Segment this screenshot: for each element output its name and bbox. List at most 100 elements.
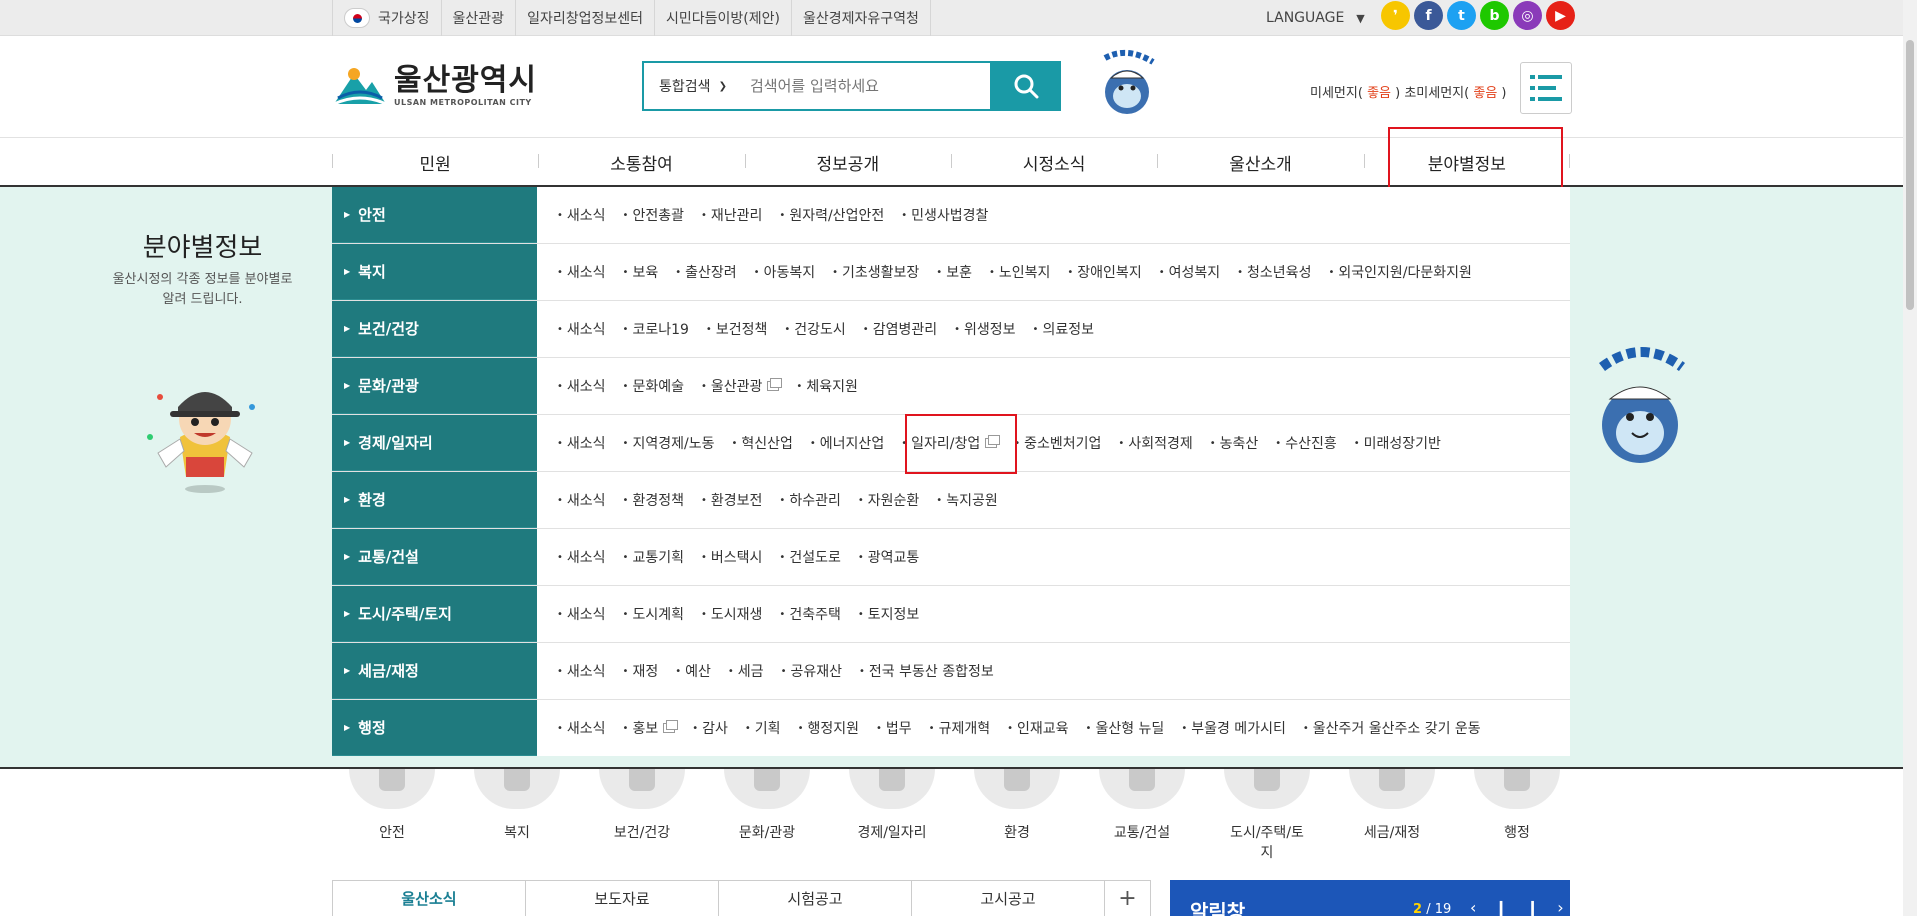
- job-center-link[interactable]: 일자리창업정보센터: [515, 0, 654, 36]
- submenu-item[interactable]: 미래성장기반: [1354, 433, 1441, 453]
- submenu-item[interactable]: 새소식: [557, 490, 606, 510]
- submenu-item[interactable]: 코로나19: [623, 319, 688, 339]
- submenu-item[interactable]: 아동복지: [754, 262, 816, 282]
- facebook-icon[interactable]: f: [1414, 1, 1443, 30]
- submenu-item[interactable]: 하수관리: [779, 490, 841, 510]
- submenu-item[interactable]: 기획: [745, 718, 781, 738]
- field-shortcut[interactable]: 문화/관광: [724, 769, 810, 842]
- blog-icon[interactable]: b: [1480, 1, 1509, 30]
- scrollbar-thumb[interactable]: [1906, 40, 1914, 310]
- field-shortcut[interactable]: 경제/일자리: [849, 769, 935, 842]
- field-shortcut[interactable]: 세금/재정: [1349, 769, 1435, 842]
- mega-menu-category[interactable]: ▶ 문화/관광: [332, 358, 537, 414]
- gnb-item-info-disclosure[interactable]: 정보공개: [744, 138, 951, 186]
- submenu-item[interactable]: 외국인지원/다문화지원: [1328, 262, 1472, 282]
- field-shortcut[interactable]: 복지: [474, 769, 560, 842]
- submenu-item[interactable]: 수산진흥: [1275, 433, 1337, 453]
- submenu-item[interactable]: 새소식: [557, 604, 606, 624]
- submenu-item[interactable]: 기초생활보장: [832, 262, 919, 282]
- submenu-item[interactable]: 새소식: [557, 319, 606, 339]
- submenu-item[interactable]: 새소식: [557, 262, 606, 282]
- field-shortcut[interactable]: 행정: [1474, 769, 1560, 842]
- submenu-item[interactable]: 세금: [728, 661, 764, 681]
- submenu-item[interactable]: 감염병관리: [863, 319, 937, 339]
- submenu-item[interactable]: 도시계획: [623, 604, 684, 624]
- submenu-item[interactable]: 법무: [876, 718, 912, 738]
- search-input[interactable]: [742, 63, 990, 109]
- mega-menu-category[interactable]: ▶ 안전: [332, 187, 537, 243]
- field-shortcut[interactable]: 도시/주택/토지: [1224, 769, 1310, 862]
- tab-ulsan-news[interactable]: 울산소식: [333, 881, 526, 916]
- field-shortcut[interactable]: 보건/건강: [599, 769, 685, 842]
- submenu-item[interactable]: 재정: [623, 661, 658, 681]
- free-economic-zone-link[interactable]: 울산경제자유구역청: [790, 0, 931, 36]
- tab-exam-notice[interactable]: 시험공고: [719, 881, 912, 916]
- field-shortcut[interactable]: 교통/건설: [1099, 769, 1185, 842]
- instagram-icon[interactable]: ◎: [1513, 1, 1542, 30]
- submenu-item[interactable]: 울산주거 울산주소 갖기 운동: [1303, 718, 1481, 738]
- submenu-item[interactable]: 출산장려: [675, 262, 737, 282]
- field-shortcut[interactable]: 환경: [974, 769, 1060, 842]
- submenu-item[interactable]: 광역교통: [858, 547, 920, 567]
- submenu-item[interactable]: 안전총괄: [623, 205, 684, 225]
- submenu-item[interactable]: 지역경제/노동: [623, 433, 714, 453]
- submenu-item[interactable]: 새소식: [557, 376, 606, 396]
- mega-menu-category[interactable]: ▶ 도시/주택/토지: [332, 586, 537, 642]
- chatbot-floating-button[interactable]: [1592, 337, 1692, 467]
- youtube-icon[interactable]: ▶: [1546, 1, 1575, 30]
- submenu-item[interactable]: 감사: [692, 718, 728, 738]
- site-logo[interactable]: 울산광역시 ULSAN METROPOLITAN CITY: [332, 64, 537, 108]
- more-button[interactable]: +: [1105, 881, 1150, 916]
- submenu-item[interactable]: 체육지원: [796, 376, 858, 396]
- submenu-item[interactable]: 녹지공원: [936, 490, 998, 510]
- submenu-item[interactable]: 장애인복지: [1067, 262, 1141, 282]
- submenu-item[interactable]: 도시재생: [701, 604, 763, 624]
- submenu-item[interactable]: 버스택시: [701, 547, 763, 567]
- mega-menu-category[interactable]: ▶ 환경: [332, 472, 537, 528]
- submenu-item[interactable]: 재난관리: [701, 205, 763, 225]
- submenu-item[interactable]: 농축산: [1210, 433, 1259, 453]
- submenu-item[interactable]: 전국 부동산 종합정보: [859, 661, 994, 681]
- all-menu-button[interactable]: [1520, 62, 1572, 114]
- submenu-item[interactable]: 보육: [623, 262, 658, 282]
- prev-icon[interactable]: ‹: [1470, 898, 1494, 916]
- mega-menu-category[interactable]: ▶ 세금/재정: [332, 643, 537, 699]
- submenu-item[interactable]: 문화예술: [623, 376, 684, 396]
- submenu-item[interactable]: 환경정책: [623, 490, 684, 510]
- tourism-link[interactable]: 울산관광: [440, 0, 516, 36]
- gnb-item-city-news[interactable]: 시정소식: [950, 138, 1157, 186]
- submenu-item[interactable]: 예산: [675, 661, 711, 681]
- mega-menu-category[interactable]: ▶ 보건/건강: [332, 301, 537, 357]
- gnb-item-about-ulsan[interactable]: 울산소개: [1157, 138, 1363, 186]
- submenu-item[interactable]: 새소식: [557, 433, 606, 453]
- submenu-item[interactable]: 울산형 뉴딜: [1086, 718, 1164, 738]
- submenu-item[interactable]: 위생정보: [954, 319, 1016, 339]
- search-button[interactable]: [990, 61, 1061, 111]
- submenu-item[interactable]: 건강도시: [784, 319, 846, 339]
- chatbot-button[interactable]: [1099, 48, 1159, 116]
- submenu-item[interactable]: 여성복지: [1159, 262, 1221, 282]
- mega-menu-category[interactable]: ▶ 교통/건설: [332, 529, 537, 585]
- submenu-item[interactable]: 환경보전: [701, 490, 763, 510]
- submenu-item[interactable]: 공유재산: [781, 661, 842, 681]
- submenu-item[interactable]: 의료정보: [1033, 319, 1094, 339]
- gnb-item-civil[interactable]: 민원: [332, 138, 538, 186]
- submenu-item[interactable]: 원자력/산업안전: [779, 205, 884, 225]
- page-scrollbar[interactable]: [1903, 0, 1917, 916]
- citizen-proposal-link[interactable]: 시민다듬이방(제안): [653, 0, 791, 36]
- submenu-item[interactable]: 교통기획: [623, 547, 684, 567]
- submenu-item[interactable]: 사회적경제: [1118, 433, 1192, 453]
- submenu-item[interactable]: 민생사법경찰: [901, 205, 988, 225]
- language-select[interactable]: LANGUAGE ▼: [1266, 0, 1365, 36]
- twitter-icon[interactable]: t: [1447, 1, 1476, 30]
- submenu-item[interactable]: 울산관광: [701, 376, 783, 396]
- submenu-item[interactable]: 인재교육: [1007, 718, 1069, 738]
- submenu-item[interactable]: 청소년육성: [1237, 262, 1311, 282]
- submenu-item[interactable]: 규제개혁: [929, 718, 991, 738]
- submenu-item[interactable]: 홍보: [623, 718, 679, 738]
- submenu-item[interactable]: 새소식: [557, 205, 606, 225]
- submenu-item[interactable]: 토지정보: [858, 604, 920, 624]
- submenu-item[interactable]: 혁신산업: [731, 433, 793, 453]
- gnb-item-participation[interactable]: 소통참여: [538, 138, 744, 186]
- submenu-item[interactable]: 행정지원: [798, 718, 859, 738]
